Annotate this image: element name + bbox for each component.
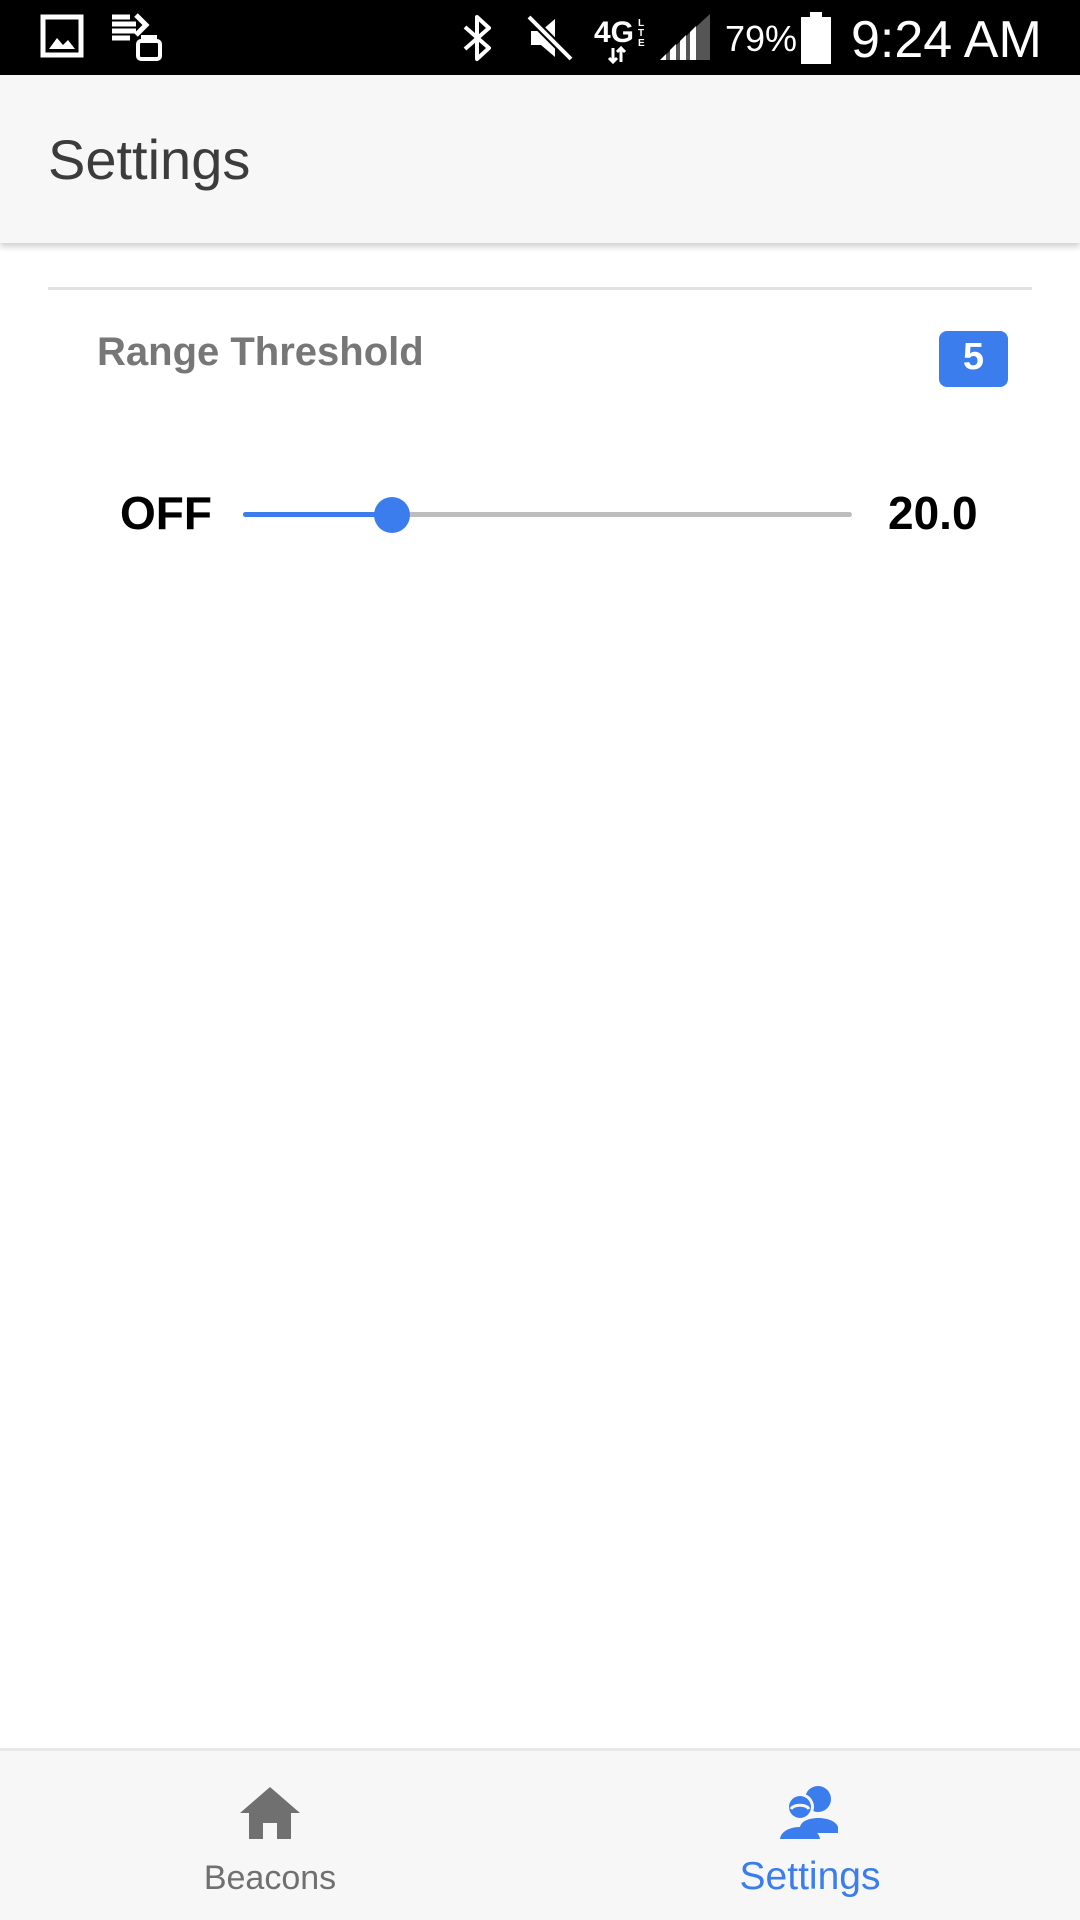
bottom-nav: Beacons Settings bbox=[0, 1748, 1080, 1920]
slider-max-label: 20.0 bbox=[888, 487, 978, 539]
4g-lte-icon: 4G L T E bbox=[594, 16, 645, 64]
signal-icon bbox=[660, 14, 710, 60]
screen: 4G L T E 79% 9:24 AM Settings Range Thre… bbox=[0, 0, 1080, 1920]
slider-min-label: OFF bbox=[120, 487, 212, 539]
svg-text:4G: 4G bbox=[594, 16, 634, 49]
range-threshold-label: Range Threshold bbox=[97, 330, 424, 374]
slider-fill bbox=[243, 512, 392, 517]
nav-label-beacons: Beacons bbox=[203, 1859, 337, 1897]
range-threshold-slider[interactable] bbox=[243, 495, 852, 535]
people-icon bbox=[780, 1786, 838, 1839]
bluetooth-icon bbox=[463, 15, 491, 61]
nav-item-settings[interactable]: Settings bbox=[540, 1751, 1080, 1920]
nav-item-beacons[interactable]: Beacons bbox=[0, 1751, 540, 1920]
svg-text:E: E bbox=[638, 38, 645, 49]
nav-label-settings: Settings bbox=[739, 1855, 881, 1898]
home-icon bbox=[240, 1787, 300, 1839]
app-bar: Settings bbox=[0, 75, 1080, 243]
range-threshold-value-badge: 5 bbox=[939, 331, 1008, 387]
status-bar: 4G L T E 79% 9:24 AM bbox=[0, 0, 1080, 75]
slider-thumb[interactable] bbox=[374, 497, 410, 533]
clock: 9:24 AM bbox=[851, 11, 1042, 69]
divider bbox=[48, 287, 1032, 290]
page-title: Settings bbox=[48, 128, 251, 191]
cast-notification-icon bbox=[112, 13, 162, 61]
mute-icon bbox=[526, 14, 574, 62]
battery-percent: 79% bbox=[725, 18, 798, 59]
image-notification-icon bbox=[40, 14, 84, 58]
battery-icon bbox=[801, 12, 831, 64]
